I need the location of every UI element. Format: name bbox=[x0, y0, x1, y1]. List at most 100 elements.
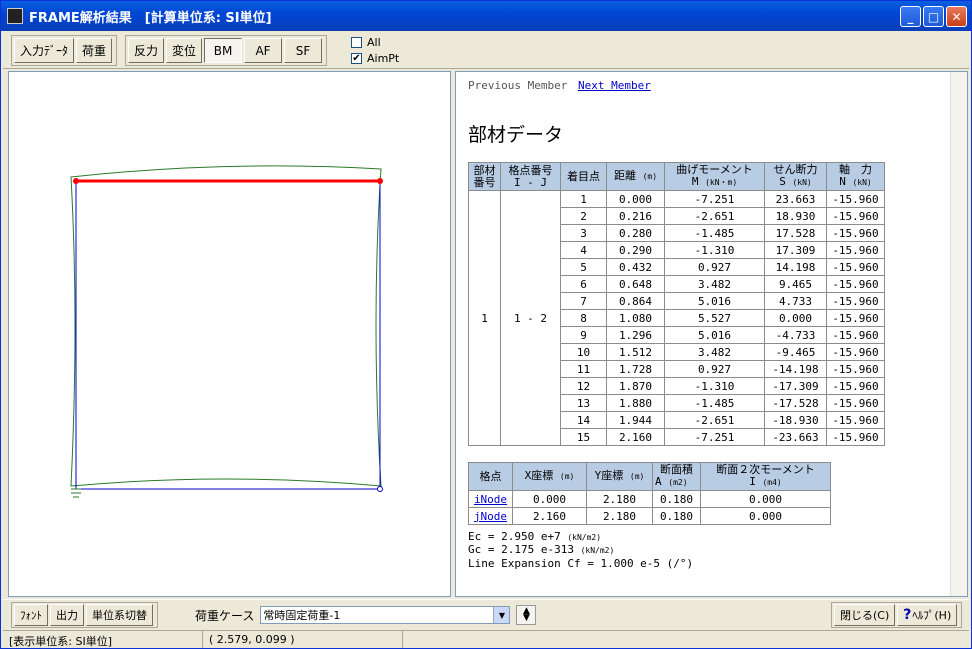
status-unit: [表示単位系: SI単位] bbox=[3, 631, 203, 648]
table-cell: 7 bbox=[560, 292, 607, 310]
frame-diagram bbox=[70, 165, 383, 498]
table-cell: -15.960 bbox=[826, 394, 885, 412]
reaction-button[interactable]: 反力 bbox=[128, 38, 165, 63]
header-unit: (m4) bbox=[762, 478, 782, 487]
bottom-left-group: ﾌｫﾝﾄ 出力 単位系切替 bbox=[11, 602, 158, 628]
aimpt-label: AimPt bbox=[367, 51, 400, 65]
af-button[interactable]: AF bbox=[244, 38, 283, 63]
display-options: All ✔ AimPt bbox=[351, 35, 399, 65]
load-case-group: 荷重ケース 常時固定荷重-1 ▼ ▲ ▼ bbox=[187, 602, 538, 628]
table-cell: 3 bbox=[560, 224, 607, 242]
col-moment: 曲げモーメント M (kN・m) bbox=[664, 162, 765, 191]
header-text: 曲げモーメント bbox=[676, 163, 753, 176]
table-cell: 15 bbox=[560, 428, 607, 446]
sf-button[interactable]: SF bbox=[284, 38, 323, 63]
font-button[interactable]: ﾌｫﾝﾄ bbox=[14, 604, 48, 626]
table-cell: 0.216 bbox=[606, 207, 665, 225]
output-button[interactable]: 出力 bbox=[50, 604, 84, 626]
frame-view-canvas[interactable] bbox=[8, 71, 451, 597]
unit-switch-button[interactable]: 単位系切替 bbox=[86, 604, 153, 626]
load-case-select[interactable]: 常時固定荷重-1 ▼ bbox=[260, 606, 511, 624]
vertical-scrollbar[interactable] bbox=[950, 72, 967, 596]
load-case-value: 常時固定荷重-1 bbox=[263, 609, 341, 622]
table-cell: 0.648 bbox=[606, 275, 665, 293]
table-cell: 0.290 bbox=[606, 241, 665, 259]
line-expansion: Line Expansion Cf = 1.000 e-5 (/°) bbox=[468, 557, 694, 570]
table-cell: 5.527 bbox=[664, 309, 765, 327]
node-link[interactable]: iNode bbox=[474, 493, 507, 506]
chevron-down-icon[interactable]: ▼ bbox=[493, 607, 510, 623]
aimpt-checkbox[interactable]: ✔ AimPt bbox=[351, 51, 399, 65]
support-icon bbox=[71, 488, 81, 498]
table-cell: 9.465 bbox=[764, 275, 827, 293]
col-distance: 距離 (m) bbox=[606, 162, 665, 191]
header-symbol: M bbox=[691, 175, 699, 188]
node-link[interactable]: jNode bbox=[474, 510, 507, 523]
load-button[interactable]: 荷重 bbox=[76, 38, 113, 63]
table-cell: 0.927 bbox=[664, 360, 765, 378]
header-unit: (m) bbox=[642, 172, 658, 181]
table-cell: 5 bbox=[560, 258, 607, 276]
table-cell: 18.930 bbox=[764, 207, 827, 225]
load-case-spinner[interactable]: ▲ ▼ bbox=[516, 605, 537, 625]
next-member-link[interactable]: Next Member bbox=[578, 79, 651, 92]
table-cell: -15.960 bbox=[826, 411, 885, 429]
section-title: 部材データ bbox=[468, 124, 564, 146]
header-text: Y座標 bbox=[594, 469, 624, 482]
maximize-button[interactable]: □ bbox=[923, 6, 944, 27]
table-cell: 23.663 bbox=[764, 190, 827, 208]
all-checkbox[interactable]: All bbox=[351, 35, 399, 49]
close-window-button[interactable]: ✕ bbox=[946, 6, 967, 27]
input-group: 入力ﾃﾞｰﾀ 荷重 bbox=[11, 35, 118, 66]
app-window: FRAME解析結果 [計算単位系: SI単位] _ □ ✕ 入力ﾃﾞｰﾀ 荷重 … bbox=[0, 0, 972, 649]
all-checkbox-box[interactable] bbox=[351, 36, 362, 48]
header-symbol: N bbox=[839, 175, 846, 188]
aimpt-checkbox-box[interactable]: ✔ bbox=[351, 52, 362, 64]
header-unit: (m) bbox=[629, 472, 645, 481]
table-cell: 1.728 bbox=[606, 360, 665, 378]
title-bar: FRAME解析結果 [計算単位系: SI単位] _ □ ✕ bbox=[1, 1, 971, 31]
col-point: 着目点 bbox=[560, 162, 607, 191]
table-cell: 2.160 bbox=[512, 507, 587, 525]
all-label: All bbox=[367, 35, 381, 49]
spin-down-icon[interactable]: ▼ bbox=[523, 614, 530, 623]
header-text: 距離 bbox=[613, 169, 636, 182]
member-table: 部材 番号 格点番号 I - J 着目点 距離 (m) 曲げモーメント M (k bbox=[468, 162, 885, 446]
table-cell: -1.310 bbox=[664, 377, 765, 395]
input-data-button[interactable]: 入力ﾃﾞｰﾀ bbox=[14, 38, 75, 63]
table-cell: -18.930 bbox=[764, 411, 827, 429]
node-4[interactable] bbox=[377, 486, 383, 492]
table-cell: -15.960 bbox=[826, 360, 885, 378]
table-cell: 0.864 bbox=[606, 292, 665, 310]
app-icon bbox=[7, 8, 23, 24]
header-unit: (kN) bbox=[852, 178, 872, 187]
table-cell: 17.309 bbox=[764, 241, 827, 259]
col-node-no: 格点番号 I - J bbox=[500, 162, 561, 191]
table-cell: -7.251 bbox=[664, 428, 765, 446]
table-cell: -14.198 bbox=[764, 360, 827, 378]
table-cell: -15.960 bbox=[826, 292, 885, 310]
close-button[interactable]: 閉じる(C) bbox=[834, 604, 896, 626]
help-button[interactable]: ? ﾍﾙﾌﾟ(H) bbox=[897, 604, 958, 626]
table-cell: 2.180 bbox=[586, 507, 653, 525]
table-cell: 1.870 bbox=[606, 377, 665, 395]
node-1[interactable] bbox=[73, 178, 79, 184]
table-cell: 2 bbox=[560, 207, 607, 225]
ec-unit: (kN/m2) bbox=[567, 533, 602, 542]
node-2[interactable] bbox=[377, 178, 383, 184]
node-cell: jNode bbox=[468, 507, 513, 525]
minimize-button[interactable]: _ bbox=[900, 6, 921, 27]
table-cell: -1.485 bbox=[664, 394, 765, 412]
displacement-button[interactable]: 変位 bbox=[166, 38, 203, 63]
result-group: 反力 変位 BM AF SF bbox=[125, 35, 328, 66]
node-cell: iNode bbox=[468, 490, 513, 508]
table-cell: 12 bbox=[560, 377, 607, 395]
table-cell: -15.960 bbox=[826, 326, 885, 344]
bm-button[interactable]: BM bbox=[204, 38, 243, 63]
table-cell: 5.016 bbox=[664, 326, 765, 344]
col-inertia: 断面２次モーメント I (m4) bbox=[700, 462, 831, 491]
gc-text: Gc = 2.175 e-313 bbox=[468, 543, 574, 556]
col-y: Y座標 (m) bbox=[586, 462, 653, 491]
header-unit: (kN・m) bbox=[705, 178, 738, 187]
table-cell: 5.016 bbox=[664, 292, 765, 310]
